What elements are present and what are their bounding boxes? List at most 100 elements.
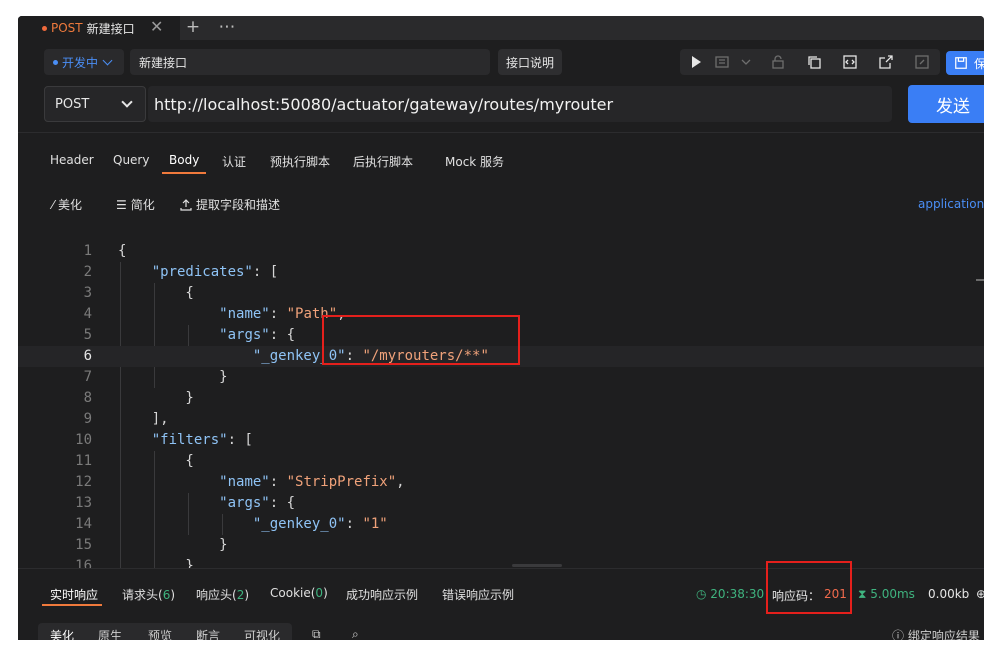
- code-text: "predicates": [: [151, 264, 279, 280]
- tab-auth[interactable]: 认证: [222, 153, 246, 170]
- chevron-down-icon: [121, 96, 133, 108]
- resp-headers-count: 2: [236, 588, 245, 602]
- line-number: 5: [83, 327, 92, 343]
- document-icon[interactable]: [714, 54, 730, 70]
- line-number: 4: [83, 306, 92, 322]
- code-icon[interactable]: [842, 54, 858, 70]
- add-tab-icon[interactable]: +: [181, 16, 205, 40]
- tab-realtime-response[interactable]: 实时响应: [50, 586, 98, 603]
- line-number: 16: [75, 558, 92, 568]
- code-editor[interactable]: 1{2 "predicates": [3 {4 "name": "Path", 5…: [18, 228, 984, 568]
- tab-pre-script[interactable]: 预执行脚本: [270, 153, 330, 170]
- cookie-label: Cookie: [270, 586, 311, 600]
- line-number: 14: [75, 516, 92, 532]
- annotation-box-status: [766, 561, 852, 614]
- response-time-value: 20:38:30: [710, 587, 765, 601]
- content-type-select[interactable]: application/j: [918, 197, 984, 211]
- code-line[interactable]: 2 "predicates": [: [18, 262, 984, 283]
- view-raw[interactable]: 原生: [98, 627, 122, 640]
- code-line[interactable]: 8 }: [18, 388, 984, 409]
- vertical-scrollbar[interactable]: [976, 279, 984, 281]
- code-line[interactable]: 15 }: [18, 535, 984, 556]
- save-label: 保: [974, 56, 984, 71]
- copy-icon[interactable]: ⧉: [312, 627, 321, 640]
- list-icon: ☰: [116, 197, 127, 212]
- code-text: "name": "StripPrefix",: [219, 474, 405, 490]
- view-preview[interactable]: 预览: [148, 627, 172, 640]
- code-text: ],: [118, 411, 169, 427]
- code-text: {: [118, 285, 194, 301]
- code-text: }: [118, 369, 228, 385]
- method-select[interactable]: POST: [44, 86, 146, 122]
- chevron-down-icon[interactable]: [738, 54, 754, 70]
- code-text: }: [118, 390, 194, 406]
- resp-headers-label: 响应头: [196, 588, 233, 602]
- tab-success-example[interactable]: 成功响应示例: [346, 586, 418, 603]
- code-line[interactable]: 7 }: [18, 367, 984, 388]
- tab-cookie[interactable]: Cookie(0): [270, 586, 328, 600]
- tab-response-headers[interactable]: 响应头(2): [196, 586, 249, 603]
- code-line[interactable]: 11 {: [18, 451, 984, 472]
- more-icon[interactable]: ⋯: [215, 16, 239, 40]
- tab-request-headers[interactable]: 请求头(6): [122, 586, 175, 603]
- share-icon[interactable]: [878, 54, 894, 70]
- save-icon: [955, 57, 967, 69]
- req-headers-label: 请求头: [122, 588, 159, 602]
- code-line[interactable]: 13 "args": {: [18, 493, 984, 514]
- send-button[interactable]: 发送: [908, 85, 984, 123]
- beautify-label: 美化: [58, 198, 83, 212]
- horizontal-scrollbar[interactable]: [512, 564, 562, 567]
- tab-header[interactable]: Header: [50, 153, 94, 167]
- globe-icon[interactable]: ⊕: [976, 587, 984, 601]
- api-name-input[interactable]: [130, 49, 490, 75]
- simplify-button[interactable]: ☰ 简化: [116, 196, 155, 213]
- line-number: 10: [75, 432, 92, 448]
- code-line[interactable]: 1{: [18, 241, 984, 262]
- code-line[interactable]: 9 ],: [18, 409, 984, 430]
- tab-body[interactable]: Body: [169, 153, 199, 167]
- line-number: 1: [83, 243, 92, 259]
- tab-strip: POST 新建接口 ✕ + ⋯: [18, 16, 984, 40]
- method-value: POST: [55, 96, 90, 112]
- tab-new-api[interactable]: POST 新建接口 ✕: [18, 16, 180, 40]
- copy-icon[interactable]: [806, 54, 822, 70]
- url-input[interactable]: [148, 86, 892, 122]
- tab-method: POST: [51, 21, 83, 35]
- tab-post-script[interactable]: 后执行脚本: [353, 153, 413, 170]
- tab-query[interactable]: Query: [113, 153, 149, 167]
- code-text: "filters": [: [151, 432, 253, 448]
- code-line[interactable]: 3 {: [18, 283, 984, 304]
- line-number: 11: [75, 453, 92, 469]
- run-icon[interactable]: [688, 54, 704, 70]
- close-icon[interactable]: ✕: [150, 17, 163, 36]
- active-tab-indicator: [162, 172, 206, 174]
- save-button[interactable]: 保: [946, 51, 984, 75]
- view-assert[interactable]: 断言: [196, 627, 220, 640]
- code-line[interactable]: 12 "name": "StripPrefix",: [18, 472, 984, 493]
- bind-response-result[interactable]: ⓘ 绑定响应结果: [892, 627, 980, 640]
- beautify-button[interactable]: ⁄ 美化: [52, 196, 82, 213]
- annotation-box-path: [322, 315, 520, 365]
- tab-title: 新建接口: [86, 21, 135, 36]
- view-beautify[interactable]: 美化: [50, 627, 74, 640]
- extract-label: 提取字段和描述: [196, 198, 281, 212]
- code-line[interactable]: 14 "_genkey_0": "1": [18, 514, 984, 535]
- search-icon[interactable]: ⌕: [352, 627, 359, 640]
- line-number: 7: [83, 369, 92, 385]
- env-status-dot: [53, 59, 58, 65]
- tab-mock[interactable]: Mock 服务: [445, 153, 504, 170]
- code-text: }: [118, 537, 228, 553]
- lock-icon[interactable]: [770, 54, 786, 70]
- extract-fields-button[interactable]: 提取字段和描述: [180, 196, 280, 213]
- env-label: 开发中: [62, 55, 99, 70]
- api-description-button[interactable]: 接口说明: [498, 49, 562, 75]
- export-icon[interactable]: [914, 54, 930, 70]
- code-text: {: [118, 243, 127, 259]
- code-text: }: [118, 558, 194, 568]
- code-text: "args": {: [219, 327, 296, 343]
- editor-toolbar: [680, 49, 940, 75]
- tab-error-example[interactable]: 错误响应示例: [442, 586, 514, 603]
- code-line[interactable]: 10 "filters": [: [18, 430, 984, 451]
- view-visualize[interactable]: 可视化: [244, 627, 280, 640]
- environment-select[interactable]: 开发中: [44, 49, 124, 75]
